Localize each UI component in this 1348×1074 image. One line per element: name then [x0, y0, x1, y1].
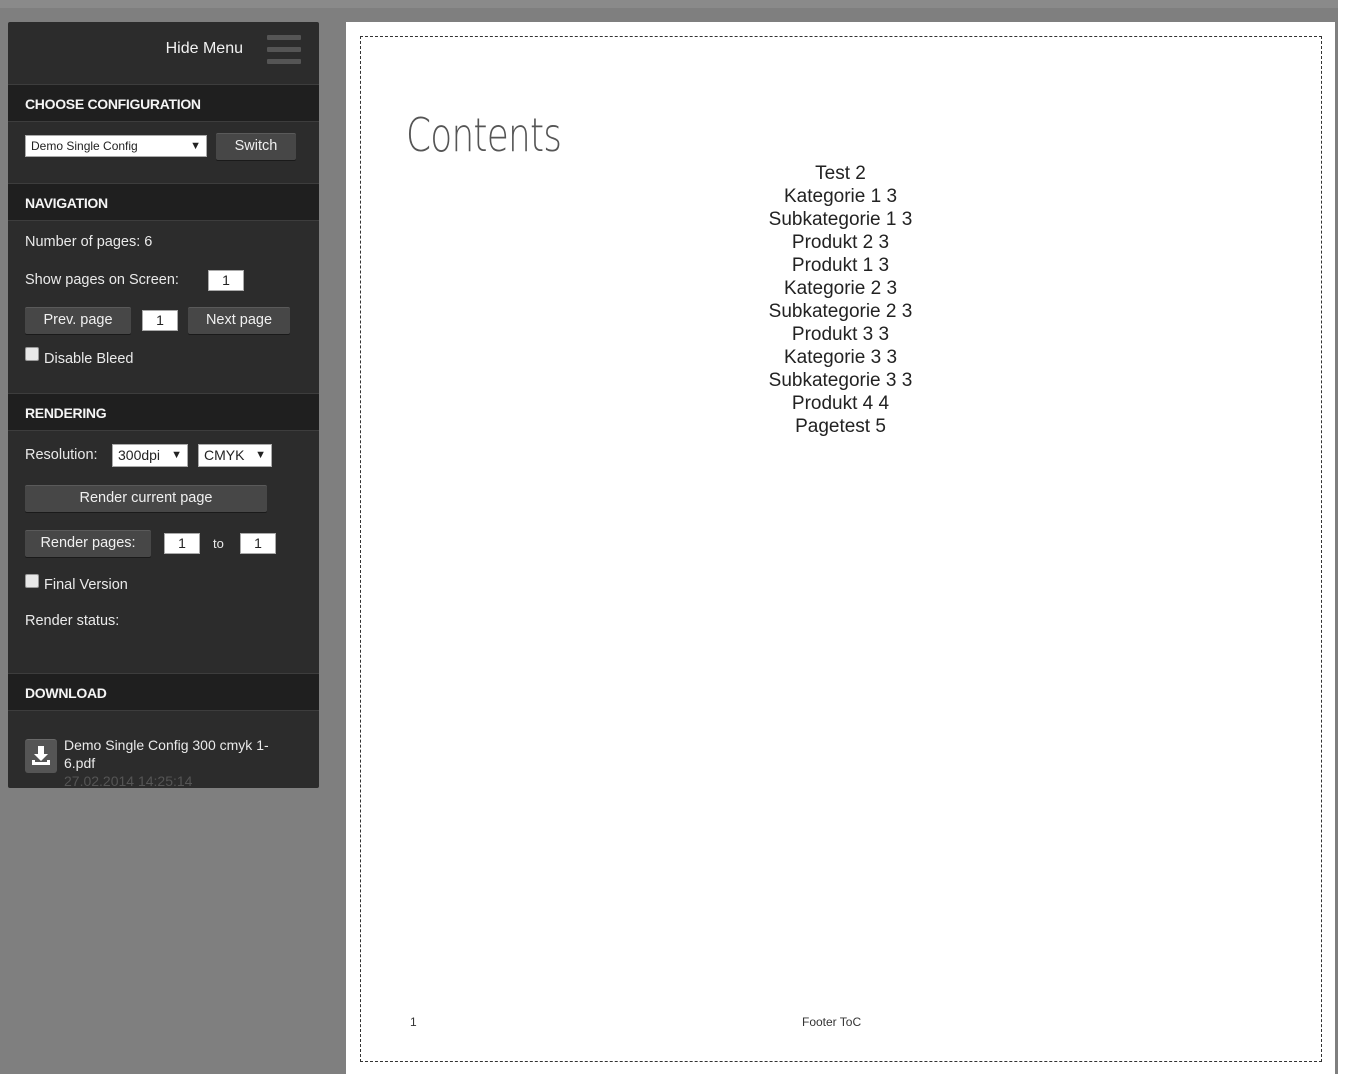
toc-item: Produkt 4 4	[791, 393, 890, 414]
rendering-section: Resolution: 300dpi ▼ CMYK ▼ Render curre…	[8, 431, 319, 673]
to-label: to	[213, 536, 224, 551]
toc-item: Produkt 1 3	[791, 255, 890, 276]
chevron-down-icon: ▼	[171, 449, 182, 461]
render-to-input[interactable]: 1	[240, 533, 276, 554]
footer-text: Footer ToC	[802, 1015, 862, 1029]
page-title: Contents	[406, 108, 562, 162]
chevron-down-icon: ▼	[255, 449, 266, 461]
colormode-value: CMYK	[204, 447, 245, 463]
resolution-select[interactable]: 300dpi ▼	[112, 444, 188, 467]
render-current-page-button[interactable]: Render current page	[25, 485, 267, 512]
next-page-button[interactable]: Next page	[188, 307, 290, 334]
download-heading: DOWNLOAD	[8, 673, 319, 711]
toc-item: Subkategorie 2 3	[768, 301, 913, 322]
right-band	[1338, 0, 1348, 1074]
final-version-checkbox[interactable]	[25, 574, 39, 588]
config-select[interactable]: Demo Single Config ▼	[25, 135, 207, 157]
show-pages-input[interactable]: 1	[208, 270, 244, 291]
toc-item: Produkt 3 3	[791, 324, 890, 345]
prev-page-button[interactable]: Prev. page	[25, 307, 131, 334]
render-pages-button[interactable]: Render pages:	[25, 530, 151, 557]
table-of-contents: Test 2 Kategorie 1 3 Subkategorie 1 3 Pr…	[346, 162, 1335, 438]
disable-bleed-checkbox[interactable]	[25, 347, 39, 361]
top-band	[0, 0, 1348, 8]
current-page-input[interactable]: 1	[142, 310, 178, 331]
toc-item: Kategorie 3 3	[783, 347, 898, 368]
download-section: Demo Single Config 300 cmyk 1- 6.pdf 27.…	[8, 711, 319, 788]
resolution-value: 300dpi	[118, 447, 161, 463]
toc-item: Kategorie 1 3	[783, 186, 898, 207]
navigation-heading: NAVIGATION	[8, 183, 319, 221]
toc-item: Pagetest 5	[795, 416, 886, 437]
toc-item: Produkt 2 3	[791, 232, 890, 253]
colormode-select[interactable]: CMYK ▼	[198, 444, 272, 467]
download-timestamp: 27.02.2014 14:25:14	[64, 773, 193, 788]
download-icon[interactable]	[25, 739, 57, 773]
choose-config-section: Demo Single Config ▼ Switch	[8, 122, 319, 183]
page-count: Number of pages: 6	[25, 234, 153, 250]
show-pages-label: Show pages on Screen:	[25, 272, 179, 288]
hide-menu-label[interactable]: Hide Menu	[166, 40, 243, 58]
page-preview: Contents Test 2 Kategorie 1 3 Subkategor…	[346, 22, 1335, 1074]
config-select-value: Demo Single Config	[31, 139, 138, 153]
toc-item: Subkategorie 3 3	[768, 370, 913, 391]
toc-item: Test 2	[815, 163, 866, 184]
final-version-label: Final Version	[44, 577, 128, 593]
choose-config-heading: CHOOSE CONFIGURATION	[8, 84, 319, 122]
disable-bleed-label: Disable Bleed	[44, 351, 134, 367]
download-file-link-line2[interactable]: 6.pdf	[64, 755, 95, 771]
switch-button[interactable]: Switch	[216, 133, 296, 160]
download-file-link-line1[interactable]: Demo Single Config 300 cmyk 1-	[64, 737, 269, 753]
navigation-section: Number of pages: 6 Show pages on Screen:…	[8, 221, 319, 393]
rendering-heading: RENDERING	[8, 393, 319, 431]
toc-item: Subkategorie 1 3	[768, 209, 913, 230]
hide-menu-row[interactable]: Hide Menu	[8, 22, 319, 84]
render-status: Render status:	[25, 613, 120, 629]
footer-page-number: 1	[410, 1015, 417, 1029]
download-arrow-icon	[32, 746, 50, 765]
render-from-input[interactable]: 1	[164, 533, 200, 554]
toc-item: Kategorie 2 3	[783, 278, 898, 299]
hamburger-icon[interactable]	[267, 35, 301, 65]
chevron-down-icon: ▼	[190, 140, 201, 152]
sidebar-menu: Hide Menu CHOOSE CONFIGURATION Demo Sing…	[8, 22, 319, 788]
resolution-label: Resolution:	[25, 447, 98, 463]
